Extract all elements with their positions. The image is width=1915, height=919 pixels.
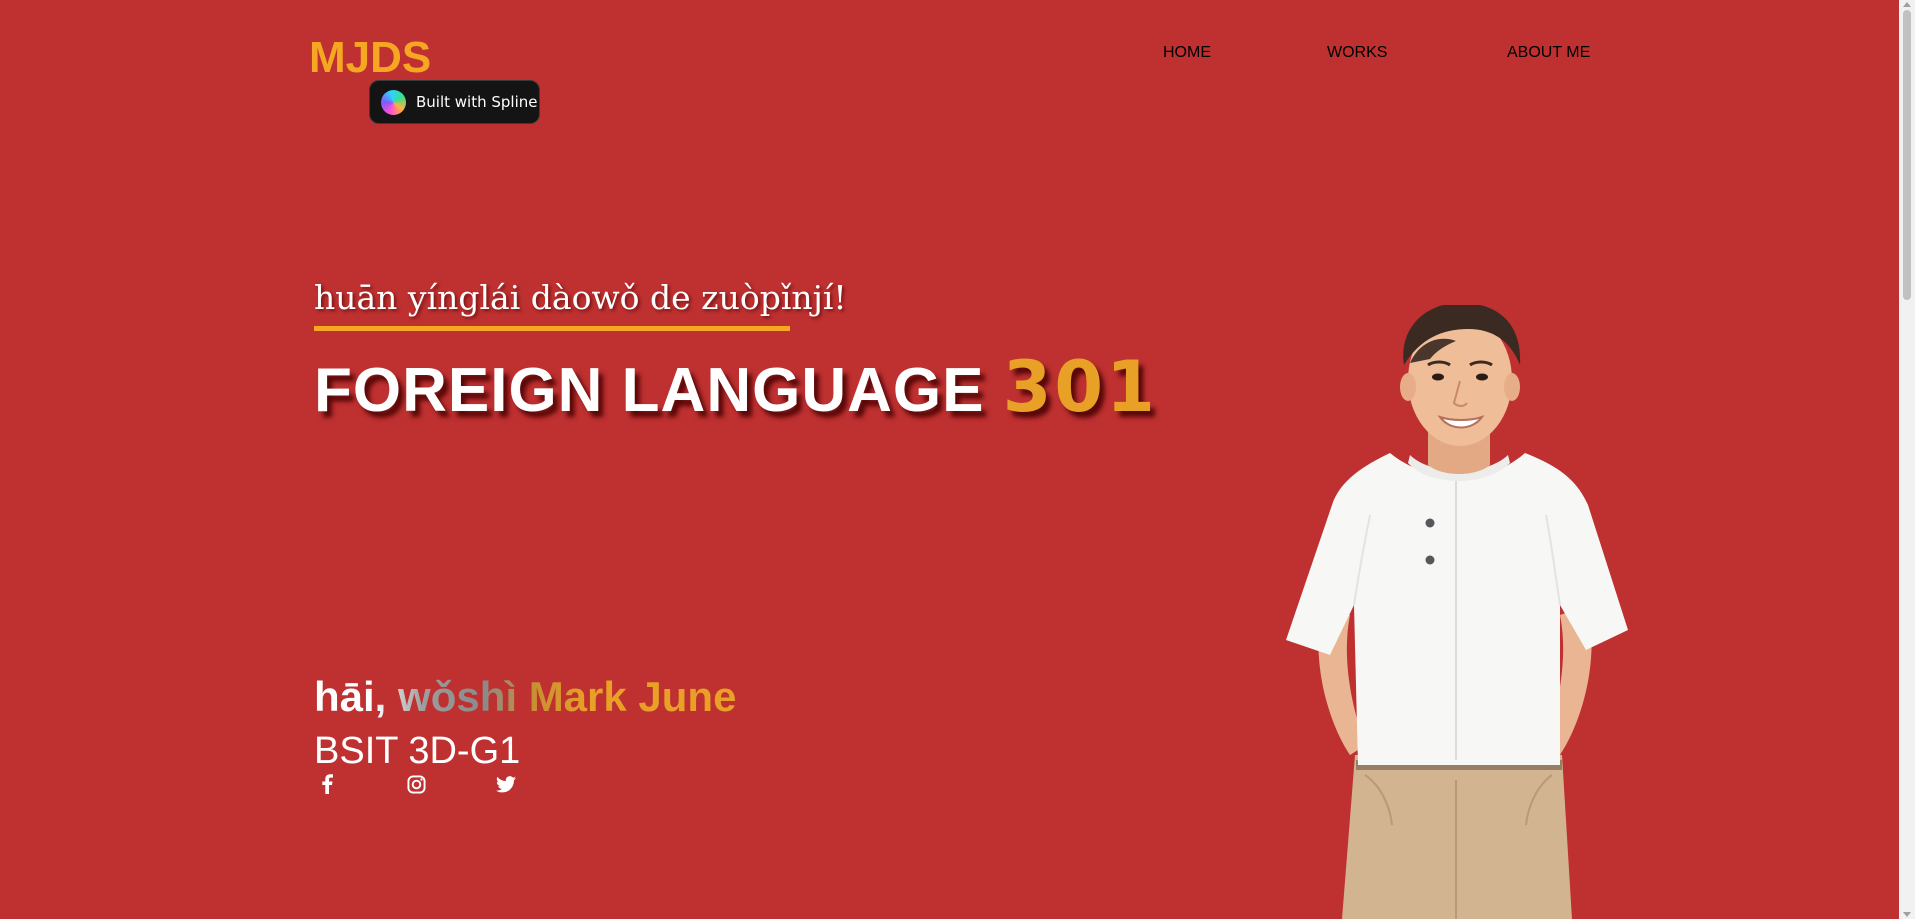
title-main: FOREIGN LANGUAGE (314, 356, 985, 425)
page-scrollbar[interactable] (1899, 0, 1915, 919)
section-label: BSIT 3D-G1 (314, 730, 521, 772)
intro-name: hāi, wǒshì Mark June (314, 673, 737, 720)
instagram-icon[interactable] (405, 773, 427, 795)
scrollbar-thumb[interactable] (1903, 10, 1911, 300)
title-number: 301 (1002, 346, 1158, 428)
social-links (314, 773, 534, 797)
twitter-icon[interactable] (495, 773, 517, 795)
portrait-photo (1286, 305, 1628, 919)
spline-badge-label: Built with Spline (416, 93, 538, 111)
nav-works-link[interactable]: WORKS (1327, 44, 1387, 62)
page-title: FOREIGN LANGUAGE 301 (314, 346, 1158, 428)
spline-logo-icon (381, 89, 406, 115)
facebook-icon[interactable] (316, 773, 338, 795)
built-with-spline-badge[interactable]: Built with Spline (369, 80, 540, 124)
nav-home-link[interactable]: HOME (1163, 44, 1211, 62)
welcome-greeting: huān yínglái dàowǒ de zuòpǐnjí! (314, 278, 847, 317)
nav-about-link[interactable]: ABOUT ME (1507, 44, 1590, 62)
greeting-underline (314, 326, 790, 331)
scroll-down-icon[interactable] (1903, 912, 1911, 917)
page: MJDS Built with Spline HOME WORKS ABOUT … (0, 0, 1899, 919)
scroll-up-icon[interactable] (1903, 2, 1911, 7)
site-logo[interactable]: MJDS (309, 36, 431, 80)
